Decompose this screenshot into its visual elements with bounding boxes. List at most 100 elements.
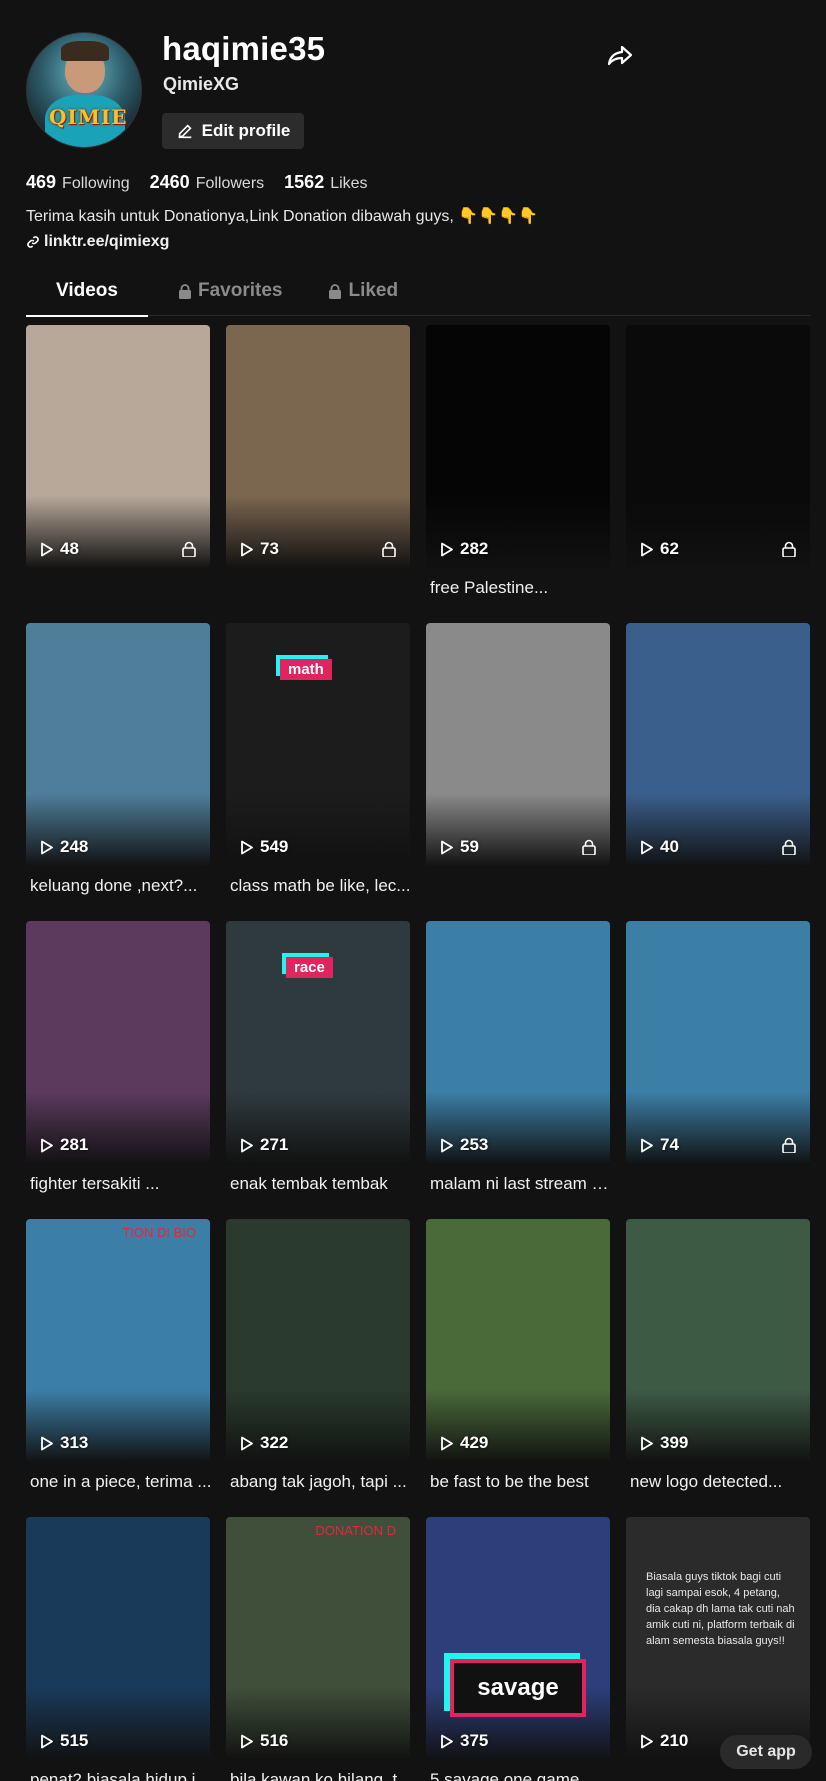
video-thumbnail[interactable]: 322 bbox=[226, 1219, 410, 1463]
video-thumbnail[interactable]: savage 375 bbox=[426, 1517, 610, 1761]
following-stat[interactable]: 469 Following bbox=[26, 172, 130, 193]
video-thumbnail[interactable]: 73 bbox=[226, 325, 410, 569]
video-thumbnail[interactable]: 399 bbox=[626, 1219, 810, 1463]
nickname: QimieXG bbox=[163, 74, 240, 94]
video-caption[interactable]: class math be like, lec... bbox=[230, 876, 412, 896]
video-card[interactable]: math 549 class math be like, lec... bbox=[226, 623, 410, 913]
view-count-number: 515 bbox=[60, 1731, 89, 1750]
video-thumbnail[interactable]: DONATION D 516 bbox=[226, 1517, 410, 1761]
view-count-number: 210 bbox=[660, 1731, 689, 1750]
tab-videos[interactable]: Videos bbox=[26, 276, 148, 317]
video-card[interactable]: 48 bbox=[26, 325, 210, 615]
video-thumbnail[interactable]: math 549 bbox=[226, 623, 410, 867]
video-caption[interactable]: one in a piece, terima ... bbox=[30, 1472, 212, 1492]
video-thumbnail[interactable]: TION DI BIO 313 bbox=[26, 1219, 210, 1463]
video-card[interactable]: 282 free Palestine... bbox=[426, 325, 610, 615]
followers-stat[interactable]: 2460 Followers bbox=[150, 172, 265, 193]
likes-label: Likes bbox=[330, 175, 368, 192]
video-caption[interactable]: fighter tersakiti ... bbox=[30, 1174, 212, 1194]
text-post-content: Biasala guys tiktok bagi cuti lagi sampa… bbox=[646, 1571, 795, 1647]
view-count-number: 40 bbox=[660, 837, 679, 856]
video-card[interactable]: 73 bbox=[226, 325, 410, 615]
view-count-number: 73 bbox=[260, 539, 279, 558]
video-thumbnail[interactable]: 40 bbox=[626, 623, 810, 867]
video-thumbnail[interactable]: 282 bbox=[426, 325, 610, 569]
video-thumbnail[interactable]: 62 bbox=[626, 325, 810, 569]
thumbnail-image bbox=[26, 623, 210, 867]
view-count: 74 bbox=[640, 1135, 679, 1155]
play-icon bbox=[240, 1138, 254, 1153]
play-icon bbox=[440, 542, 454, 557]
thumbnail-image bbox=[226, 325, 410, 569]
video-caption[interactable]: bila kawan ko hilang, t... bbox=[230, 1770, 412, 1781]
video-card[interactable]: 399 new logo detected... bbox=[626, 1219, 810, 1509]
video-thumbnail[interactable]: Biasala guys tiktok bagi cuti lagi sampa… bbox=[626, 1517, 810, 1761]
share-icon[interactable] bbox=[605, 40, 635, 70]
video-caption[interactable]: keluang done ,next?... bbox=[30, 876, 212, 896]
video-card[interactable]: 59 bbox=[426, 623, 610, 913]
video-thumbnail[interactable]: 253 bbox=[426, 921, 610, 1165]
video-card[interactable]: 253 malam ni last stream y... bbox=[426, 921, 612, 1211]
get-app-button[interactable]: Get app bbox=[720, 1735, 812, 1769]
video-caption[interactable]: 5 savage one game... bbox=[430, 1770, 612, 1781]
play-icon bbox=[40, 840, 54, 855]
play-icon bbox=[240, 1734, 254, 1749]
thumbnail-image bbox=[626, 325, 810, 569]
lock-icon bbox=[179, 283, 191, 299]
video-caption[interactable]: enak tembak tembak bbox=[230, 1174, 412, 1194]
thumbnail-image bbox=[426, 1517, 610, 1761]
video-caption[interactable]: be fast to be the best bbox=[430, 1472, 612, 1492]
bio: Terima kasih untuk Donationya,Link Donat… bbox=[26, 208, 538, 225]
video-thumbnail[interactable]: 248 bbox=[26, 623, 210, 867]
video-card[interactable]: 322 abang tak jagoh, tapi ... bbox=[226, 1219, 410, 1509]
video-card[interactable]: DONATION D 516 bila kawan ko hilang, t... bbox=[226, 1517, 412, 1781]
thumbnail-image bbox=[26, 921, 210, 1165]
profile-link[interactable]: linktr.ee/qimiexg bbox=[26, 233, 169, 251]
view-count: 281 bbox=[40, 1135, 88, 1155]
thumbnail-overlay-text: race bbox=[286, 957, 333, 978]
video-caption[interactable]: penat2 biasala hidup i... bbox=[30, 1770, 212, 1781]
video-card[interactable]: TION DI BIO 313 one in a piece, terima ... bbox=[26, 1219, 212, 1509]
view-count-number: 322 bbox=[260, 1433, 289, 1452]
video-card[interactable]: 248 keluang done ,next?... bbox=[26, 623, 210, 913]
play-icon bbox=[440, 1734, 454, 1749]
edit-profile-button[interactable]: Edit profile bbox=[162, 113, 304, 149]
video-thumbnail[interactable]: race 271 bbox=[226, 921, 410, 1165]
video-card[interactable]: 429 be fast to be the best bbox=[426, 1219, 610, 1509]
view-count: 210 bbox=[640, 1731, 688, 1751]
video-thumbnail[interactable]: 59 bbox=[426, 623, 610, 867]
video-thumbnail[interactable]: 281 bbox=[26, 921, 210, 1165]
video-card[interactable]: 40 bbox=[626, 623, 810, 913]
video-card[interactable]: savage 375 5 savage one game... bbox=[426, 1517, 610, 1781]
view-count: 59 bbox=[440, 837, 479, 857]
view-count: 313 bbox=[40, 1433, 88, 1453]
video-card[interactable]: 62 bbox=[626, 325, 810, 615]
thumbnail-overlay-text: math bbox=[280, 659, 332, 680]
video-thumbnail[interactable]: 515 bbox=[26, 1517, 210, 1761]
thumbnail-image bbox=[426, 325, 610, 569]
video-thumbnail[interactable]: 429 bbox=[426, 1219, 610, 1463]
video-card[interactable]: 281 fighter tersakiti ... bbox=[26, 921, 210, 1211]
view-count: 62 bbox=[640, 539, 679, 559]
video-thumbnail[interactable]: 48 bbox=[26, 325, 210, 569]
tab-favorites[interactable]: Favorites bbox=[178, 276, 282, 316]
video-caption[interactable]: malam ni last stream y... bbox=[430, 1174, 612, 1194]
video-caption[interactable]: free Palestine... bbox=[430, 578, 612, 598]
following-count: 469 bbox=[26, 172, 57, 192]
video-card[interactable]: race 271 enak tembak tembak bbox=[226, 921, 410, 1211]
view-count: 282 bbox=[440, 539, 488, 559]
avatar[interactable]: QIMIE bbox=[26, 32, 142, 148]
tab-liked[interactable]: Liked bbox=[328, 276, 398, 316]
video-card[interactable]: 515 penat2 biasala hidup i... bbox=[26, 1517, 210, 1781]
video-thumbnail[interactable]: 74 bbox=[626, 921, 810, 1165]
thumbnail-image bbox=[26, 1517, 210, 1761]
profile-link-text: linktr.ee/qimiexg bbox=[44, 233, 170, 250]
video-caption[interactable]: new logo detected... bbox=[630, 1472, 812, 1492]
video-caption[interactable]: abang tak jagoh, tapi ... bbox=[230, 1472, 412, 1492]
view-count-number: 429 bbox=[460, 1433, 489, 1452]
thumbnail-banner-text: TION DI BIO bbox=[122, 1225, 196, 1240]
video-card[interactable]: 74 bbox=[626, 921, 810, 1211]
thumbnail-image bbox=[626, 921, 810, 1165]
play-icon bbox=[40, 1734, 54, 1749]
lock-icon bbox=[782, 839, 796, 856]
